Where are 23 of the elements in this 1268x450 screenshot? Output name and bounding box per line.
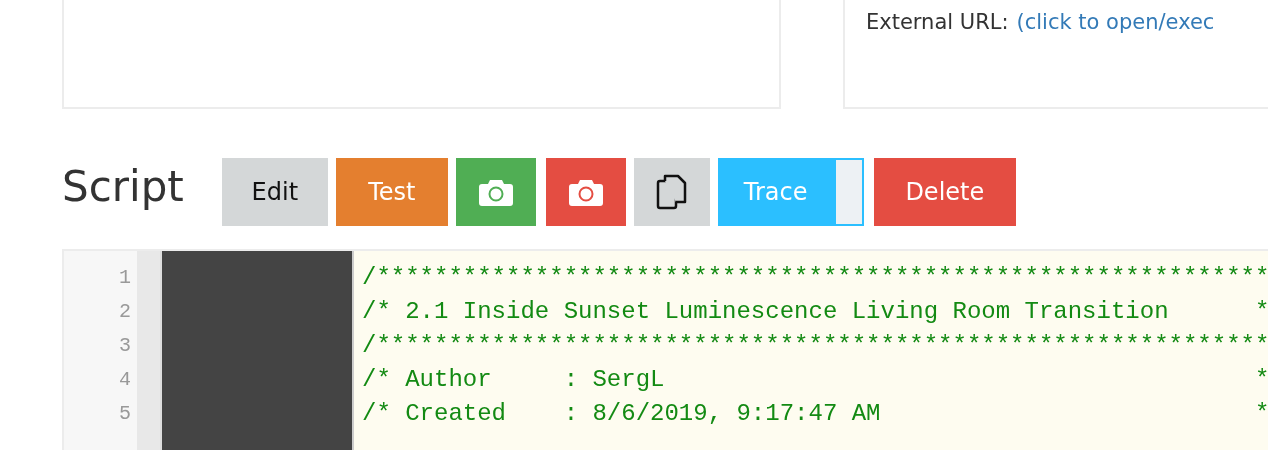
- code-line: /* Author : SergL *: [362, 365, 1268, 395]
- camera-icon: [477, 177, 514, 207]
- code-line: /**************************************************************: [362, 331, 1268, 361]
- trace-button[interactable]: Trace: [717, 158, 864, 226]
- line-number: 4: [118, 367, 132, 393]
- copy-icon: [655, 173, 688, 211]
- camera-icon: [567, 177, 604, 207]
- section-heading: Script: [62, 161, 184, 211]
- copy-button[interactable]: [633, 158, 710, 226]
- edit-button[interactable]: Edit: [221, 158, 328, 226]
- link[interactable]: (click to open/exec: [1016, 10, 1215, 34]
- line-number: 1: [118, 265, 132, 291]
- action-button[interactable]: Test: [335, 158, 448, 226]
- field-label: External URL:: [866, 10, 1009, 34]
- code-line: /**************************************************************: [362, 263, 1268, 293]
- line-number: 5: [118, 401, 132, 427]
- line-number: 2: [118, 299, 132, 325]
- delete-button[interactable]: Delete: [873, 158, 1016, 226]
- snapshot-button[interactable]: [455, 158, 536, 226]
- code-line: /* 2.1 Inside Sunset Luminescence Living Room Transition *: [362, 297, 1268, 327]
- snapshot-button[interactable]: [545, 158, 626, 226]
- line-number: 3: [118, 333, 132, 359]
- code-line: /* Created : 8/6/2019, 9:17:47 AM *: [362, 399, 1268, 429]
